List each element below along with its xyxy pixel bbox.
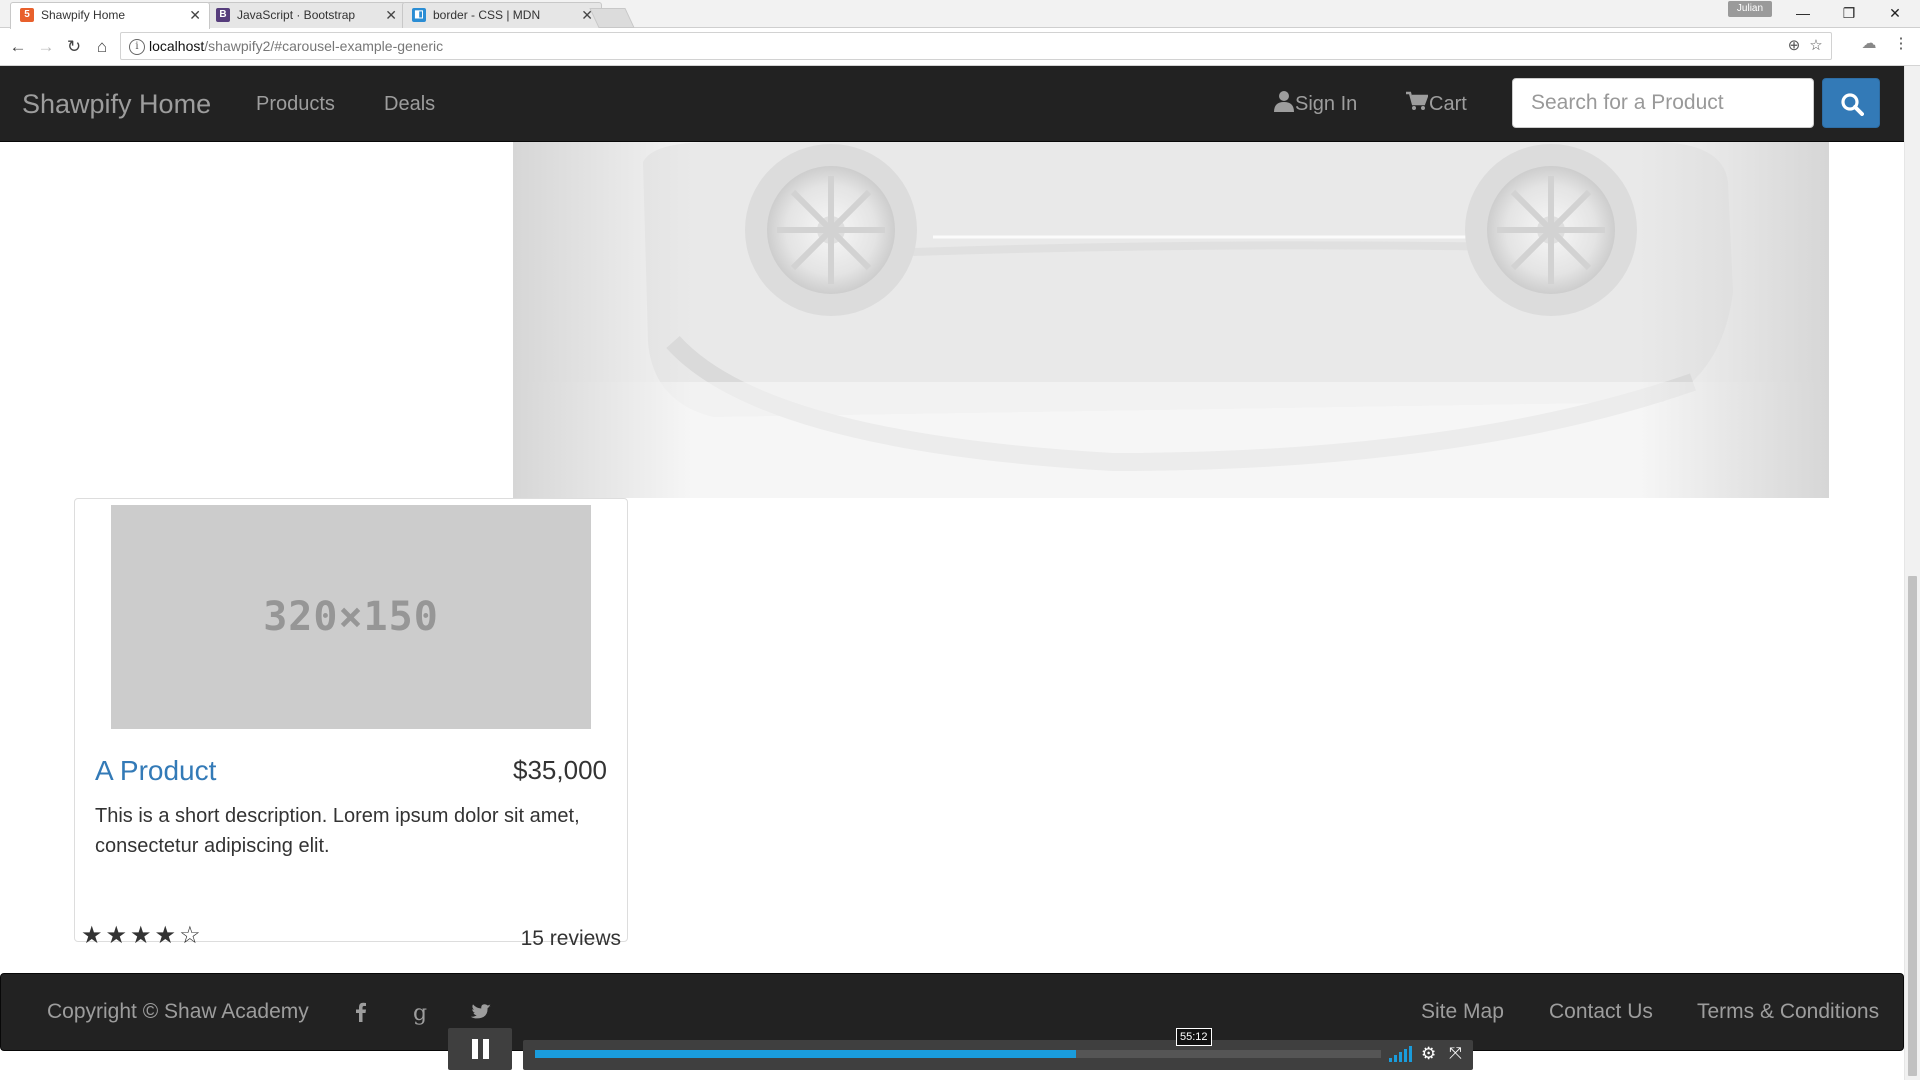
sign-in-link[interactable]: Sign In bbox=[1274, 66, 1357, 142]
twitter-icon[interactable] bbox=[467, 998, 495, 1026]
product-thumbnail[interactable]: 320×150 bbox=[111, 505, 591, 729]
product-name-link[interactable]: A Product bbox=[95, 755, 216, 787]
car-photo bbox=[513, 142, 1829, 498]
scrollbar-thumb[interactable] bbox=[1908, 576, 1917, 1076]
zoom-icon[interactable]: ⊕ bbox=[1783, 35, 1805, 57]
copyright-text: Copyright © Shaw Academy bbox=[47, 1000, 309, 1023]
tab-javascript-bootstrap[interactable]: B JavaScript · Bootstrap ✕ bbox=[206, 2, 406, 28]
video-time-tooltip: 55:12 bbox=[1176, 1028, 1212, 1046]
volume-icon[interactable] bbox=[1389, 1046, 1413, 1062]
url-host: localhost bbox=[149, 38, 205, 54]
mdn-icon: ◧ bbox=[412, 8, 426, 22]
video-pause-button[interactable] bbox=[448, 1028, 512, 1070]
menu-kebab-icon[interactable]: ⋮ bbox=[1890, 33, 1912, 55]
tab-title: JavaScript · Bootstrap bbox=[237, 8, 356, 22]
site-navbar: Shawpify Home Products Deals Sign In Car… bbox=[0, 66, 1904, 142]
product-price: $35,000 bbox=[513, 755, 607, 785]
info-icon[interactable]: i bbox=[129, 39, 145, 55]
close-tab-icon[interactable]: ✕ bbox=[189, 3, 201, 27]
product-description: This is a short description. Lorem ipsum… bbox=[95, 805, 580, 857]
tab-title: border - CSS | MDN bbox=[433, 8, 541, 22]
forward-icon[interactable]: → bbox=[34, 35, 58, 59]
nav-link-products[interactable]: Products bbox=[256, 66, 335, 142]
carousel-fade-left bbox=[513, 142, 693, 498]
sign-in-label: Sign In bbox=[1295, 93, 1358, 115]
reload-icon[interactable]: ↻ bbox=[62, 35, 86, 59]
close-window-icon[interactable]: ✕ bbox=[1872, 0, 1918, 28]
video-progress-fill bbox=[535, 1050, 1077, 1058]
search-input[interactable] bbox=[1512, 78, 1814, 128]
close-tab-icon[interactable]: ✕ bbox=[581, 3, 593, 27]
search-button[interactable] bbox=[1822, 78, 1880, 128]
tab-border-css-mdn[interactable]: ◧ border - CSS | MDN ✕ bbox=[402, 2, 602, 28]
thumbnail-placeholder-label: 320×150 bbox=[263, 594, 439, 640]
address-bar[interactable]: i localhost/shawpify2/#carousel-example-… bbox=[120, 32, 1832, 60]
minimize-icon[interactable]: — bbox=[1780, 0, 1826, 28]
close-tab-icon[interactable]: ✕ bbox=[385, 3, 397, 27]
page-viewport: Shawpify Home Products Deals Sign In Car… bbox=[0, 66, 1904, 1080]
url-path: /shawpify2/#carousel-example-generic bbox=[204, 38, 444, 54]
pause-icon bbox=[472, 1039, 478, 1059]
fullscreen-icon[interactable]: ⤧ bbox=[1449, 1042, 1462, 1066]
user-icon bbox=[1274, 91, 1294, 112]
cart-link[interactable]: Cart bbox=[1406, 66, 1467, 142]
pause-icon bbox=[483, 1039, 489, 1059]
user-profile-badge[interactable]: Julian bbox=[1728, 1, 1772, 17]
brand-link[interactable]: Shawpify Home bbox=[22, 66, 211, 142]
footer-link-terms[interactable]: Terms & Conditions bbox=[1697, 974, 1879, 1050]
carousel-image[interactable] bbox=[513, 142, 1829, 498]
gear-icon[interactable]: ⚙ bbox=[1421, 1042, 1436, 1066]
restore-icon[interactable]: ❐ bbox=[1826, 0, 1872, 28]
html-badge-icon: 5 bbox=[20, 8, 34, 22]
carousel-fade-right bbox=[1639, 142, 1829, 498]
google-plus-icon[interactable]: g bbox=[405, 998, 433, 1026]
extension-icon[interactable]: ☁ bbox=[1858, 33, 1880, 55]
review-count: 15 reviews bbox=[520, 927, 621, 950]
footer-link-contact-us[interactable]: Contact Us bbox=[1549, 974, 1653, 1050]
video-control-bar: ⚙ ⤧ bbox=[523, 1040, 1473, 1070]
cart-icon bbox=[1406, 91, 1429, 110]
facebook-icon[interactable] bbox=[347, 998, 375, 1026]
browser-tabstrip: 5 Shawpify Home ✕ B JavaScript · Bootstr… bbox=[0, 0, 1920, 29]
tab-title: Shawpify Home bbox=[41, 8, 126, 22]
page-scrollbar[interactable] bbox=[1904, 66, 1920, 1080]
tab-shawpify-home[interactable]: 5 Shawpify Home ✕ bbox=[10, 2, 210, 29]
video-progress-track[interactable] bbox=[535, 1050, 1381, 1058]
browser-toolbar: ← → ↻ ⌂ i localhost/shawpify2/#carousel-… bbox=[0, 28, 1920, 66]
bookmark-star-icon[interactable]: ☆ bbox=[1805, 35, 1827, 57]
nav-link-deals[interactable]: Deals bbox=[384, 66, 435, 142]
product-card: 320×150 A Product $35,000 This is a shor… bbox=[74, 498, 628, 950]
home-icon[interactable]: ⌂ bbox=[90, 35, 114, 59]
cart-label: Cart bbox=[1429, 93, 1467, 115]
search-icon bbox=[1841, 93, 1864, 116]
back-icon[interactable]: ← bbox=[6, 35, 30, 59]
address-url[interactable]: localhost/shawpify2/#carousel-example-ge… bbox=[149, 33, 443, 59]
bootstrap-b-icon: B bbox=[216, 8, 230, 22]
footer-link-site-map[interactable]: Site Map bbox=[1421, 974, 1504, 1050]
svg-text:g: g bbox=[413, 1001, 427, 1026]
rating-stars: ★★★★☆ bbox=[81, 922, 204, 949]
